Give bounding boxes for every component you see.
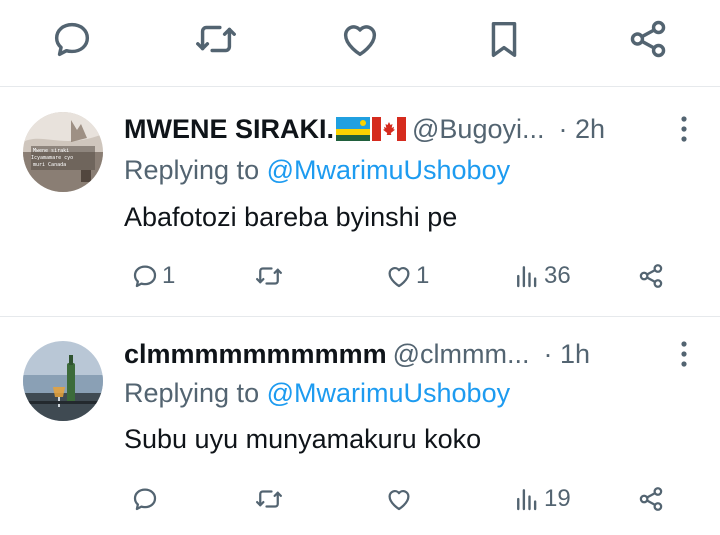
- share-icon: [636, 261, 666, 291]
- retweet-icon[interactable]: [193, 16, 239, 62]
- reply-count: 1: [162, 262, 176, 289]
- tweet-header: clmmmmmmmmmm @clmmm... · 1h: [124, 334, 664, 374]
- reply-icon: [130, 484, 160, 514]
- reply-tweet[interactable]: clmmmmmmmmmm @clmmm... · 1h Replying to …: [0, 317, 720, 535]
- display-name[interactable]: clmmmmmmmmmm: [124, 339, 387, 370]
- more-options-icon[interactable]: [674, 109, 694, 149]
- replying-mention[interactable]: @MwarimuUshoboy: [267, 378, 510, 408]
- retweet-button[interactable]: [254, 477, 284, 521]
- timestamp[interactable]: · 2h: [558, 114, 605, 145]
- user-handle[interactable]: @clmmm...: [393, 339, 530, 370]
- bookmark-icon[interactable]: [481, 16, 527, 62]
- replying-to: Replying to @MwarimuUshoboy: [124, 155, 510, 186]
- view-count: 36: [544, 262, 571, 289]
- views-icon: [512, 261, 542, 291]
- views-button[interactable]: 19: [512, 477, 571, 521]
- reply-icon: [130, 261, 160, 291]
- avatar[interactable]: Mwene siraki Icyamamare cyo muri Canada: [23, 112, 103, 192]
- svg-text:muri Canada: muri Canada: [33, 162, 66, 168]
- share-button[interactable]: [636, 254, 666, 298]
- retweet-icon: [254, 484, 284, 514]
- reply-tweet[interactable]: Mwene siraki Icyamamare cyo muri Canada …: [0, 87, 720, 317]
- share-icon[interactable]: [625, 16, 671, 62]
- like-button[interactable]: 1: [384, 254, 429, 298]
- svg-text:Mwene siraki: Mwene siraki: [33, 148, 69, 154]
- canada-flag-icon: [372, 117, 407, 141]
- tweet-actions: 1 1 36: [124, 254, 696, 298]
- like-icon[interactable]: [337, 16, 383, 62]
- more-options-icon[interactable]: [674, 334, 694, 374]
- replying-to: Replying to @MwarimuUshoboy: [124, 378, 510, 409]
- user-handle[interactable]: @Bugoyi...: [412, 114, 544, 145]
- share-icon: [636, 484, 666, 514]
- replying-mention[interactable]: @MwarimuUshoboy: [267, 155, 510, 185]
- replying-label: Replying to: [124, 378, 260, 408]
- replying-label: Replying to: [124, 155, 260, 185]
- share-button[interactable]: [636, 477, 666, 521]
- reply-button[interactable]: [130, 477, 162, 521]
- like-count: 1: [416, 262, 430, 289]
- tweet-header: MWENE SIRAKI. @Bugoyi... · 2h: [124, 109, 664, 149]
- like-button[interactable]: [384, 477, 416, 521]
- svg-text:Icyamamare cyo: Icyamamare cyo: [31, 155, 73, 161]
- view-count: 19: [544, 485, 571, 512]
- retweet-button[interactable]: [254, 254, 284, 298]
- flag-emojis: [336, 117, 407, 141]
- tweet-text: Abafotozi bareba byinshi pe: [124, 202, 458, 232]
- retweet-icon: [254, 261, 284, 291]
- like-icon: [384, 261, 414, 291]
- tweet-actions: 19: [124, 477, 696, 521]
- tweet-action-bar: [0, 0, 720, 87]
- tweet-text: Subu uyu munyamakuru koko: [124, 424, 482, 454]
- views-icon: [512, 484, 542, 514]
- views-button[interactable]: 36: [512, 254, 571, 298]
- rwanda-flag-icon: [336, 117, 371, 141]
- display-name[interactable]: MWENE SIRAKI.: [124, 114, 334, 145]
- avatar[interactable]: [23, 341, 103, 421]
- reply-icon[interactable]: [49, 16, 95, 62]
- timestamp[interactable]: · 1h: [543, 339, 590, 370]
- reply-button[interactable]: 1: [130, 254, 175, 298]
- like-icon: [384, 484, 414, 514]
